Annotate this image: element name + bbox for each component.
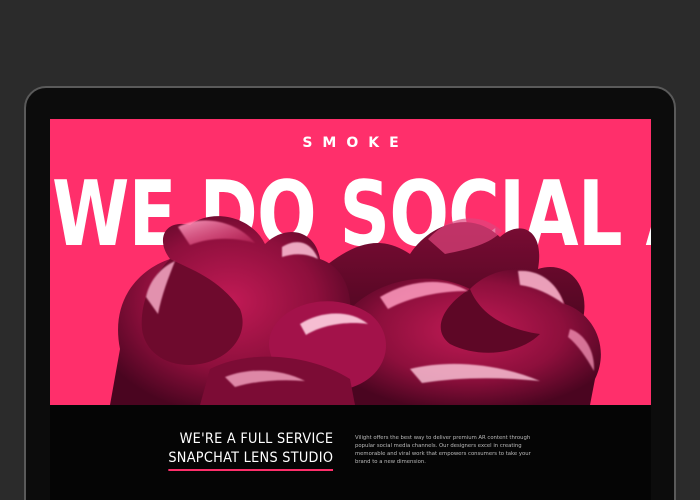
tagline-line-2: SNAPCHAT LENS STUDIO bbox=[168, 450, 333, 471]
info-section: WE'RE A FULL SERVICE SNAPCHAT LENS STUDI… bbox=[50, 405, 651, 500]
glossy-3d-sculpture bbox=[110, 216, 601, 405]
laptop-screen: WE DO SOCIAL AR bbox=[50, 119, 651, 500]
smoke-logo[interactable]: SMOKE bbox=[50, 135, 651, 151]
laptop-mockup-scene: WE DO SOCIAL AR bbox=[0, 0, 700, 500]
tagline-line-1: WE'RE A FULL SERVICE bbox=[179, 431, 333, 447]
tagline: WE'RE A FULL SERVICE SNAPCHAT LENS STUDI… bbox=[154, 431, 333, 471]
hero-section: WE DO SOCIAL AR bbox=[50, 119, 651, 405]
description-text: Vilight offers the best way to deliver p… bbox=[355, 435, 531, 465]
